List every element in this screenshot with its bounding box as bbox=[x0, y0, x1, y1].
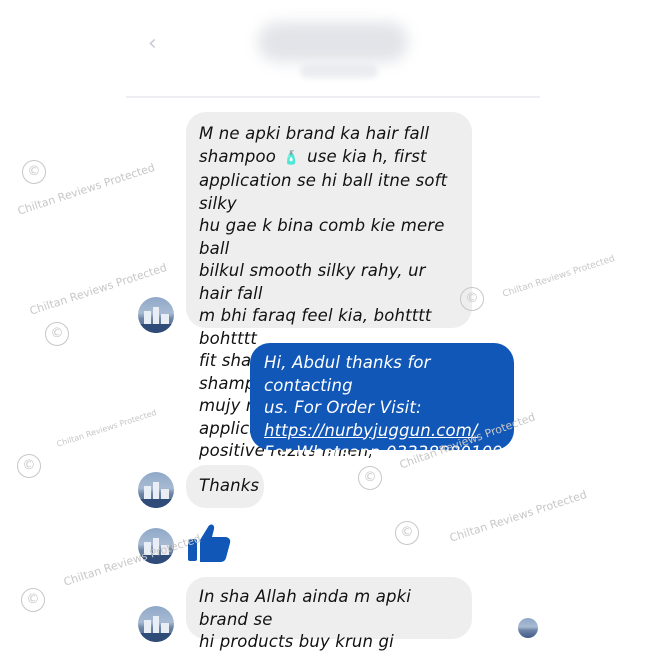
copyright-icon: © bbox=[395, 521, 419, 545]
copyright-icon: © bbox=[21, 588, 45, 612]
copyright-icon: © bbox=[22, 160, 46, 184]
copyright-icon: © bbox=[17, 454, 41, 478]
avatar[interactable] bbox=[138, 606, 174, 642]
watermark-text: Chiltan Reviews Protected bbox=[55, 407, 158, 449]
avatar[interactable] bbox=[138, 297, 174, 333]
chat-header: ‹ bbox=[0, 0, 650, 98]
chevron-left-icon[interactable]: ‹ bbox=[148, 33, 162, 55]
copyright-icon: © bbox=[45, 322, 69, 346]
received-message-bubble[interactable]: Thanks bbox=[186, 465, 264, 508]
received-message-bubble[interactable]: M ne apki brand ka hair fall shampoo 🧴 u… bbox=[186, 112, 472, 460]
message-text: In sha Allah ainda m apki brand se hi pr… bbox=[199, 587, 412, 651]
shampoo-bottle-icon: 🧴 bbox=[283, 150, 300, 166]
contact-status-blurred bbox=[300, 64, 378, 78]
message-text: Thanks bbox=[199, 476, 260, 495]
received-message-bubble[interactable]: In sha Allah ainda m apki brand se hi pr… bbox=[186, 577, 472, 651]
message-text: Hi, Abdul thanks for contacting us. For … bbox=[264, 353, 431, 417]
website-link[interactable]: https://nurbyjuggun.com/ bbox=[264, 421, 478, 440]
contact-name-blurred[interactable] bbox=[258, 22, 408, 62]
watermark-text: Chiltan Reviews Protected bbox=[61, 532, 203, 589]
copyright-icon: © bbox=[460, 287, 484, 311]
watermark-text: Chiltan Reviews Protected bbox=[501, 253, 617, 300]
header-divider bbox=[126, 96, 540, 98]
seen-avatar bbox=[518, 618, 538, 638]
copyright-icon: © bbox=[358, 466, 382, 490]
watermark-text: Chiltan Reviews Protected bbox=[447, 488, 589, 545]
avatar[interactable] bbox=[138, 472, 174, 508]
